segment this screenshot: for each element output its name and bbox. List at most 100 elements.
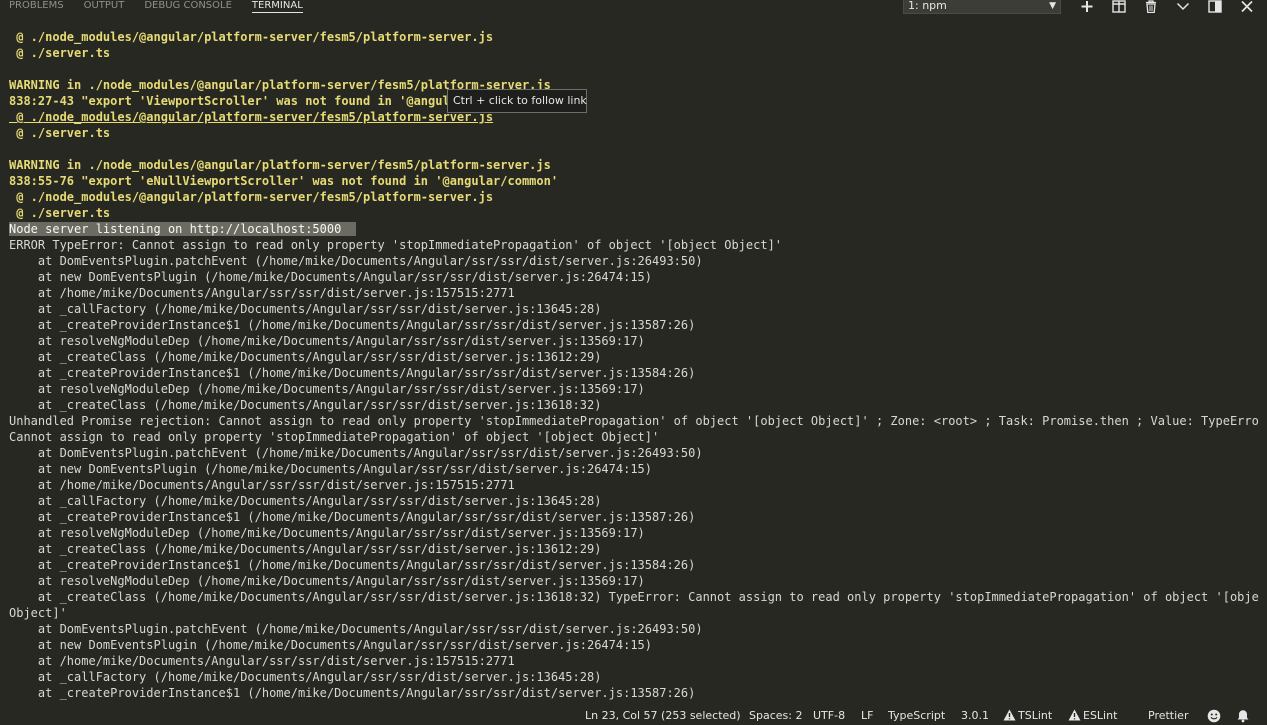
warning-icon: [1003, 709, 1016, 721]
terminal-line-text[interactable]: @ ./node_modules/@angular/platform-serve…: [9, 110, 493, 124]
terminal-line: WARNING in ./node_modules/@angular/platf…: [9, 77, 1259, 93]
terminal-line: at /home/mike/Documents/Angular/ssr/ssr/…: [9, 477, 1259, 493]
terminal-line-text: at DomEventsPlugin.patchEvent (/home/mik…: [9, 254, 703, 268]
terminal-line: at _createClass (/home/mike/Documents/An…: [9, 589, 1259, 605]
terminal-line-text: at resolveNgModuleDep (/home/mike/Docume…: [9, 382, 645, 396]
terminal-line: at _createProviderInstance$1 (/home/mike…: [9, 317, 1259, 333]
terminal-line: at _callFactory (/home/mike/Documents/An…: [9, 493, 1259, 509]
language-mode[interactable]: TypeScript: [888, 709, 945, 723]
tab-output[interactable]: OUTPUT: [84, 0, 125, 15]
chevron-down-icon[interactable]: [1176, 0, 1190, 13]
terminal-line: 838:27-43 "export 'ViewportScroller' was…: [9, 93, 1259, 109]
terminal-line-text: at _createProviderInstance$1 (/home/mike…: [9, 558, 696, 572]
eslint-status[interactable]: ESLint: [1068, 709, 1117, 723]
terminal-line-text: at resolveNgModuleDep (/home/mike/Docume…: [9, 526, 645, 540]
terminal-line-text: at _createClass (/home/mike/Documents/An…: [9, 590, 1259, 604]
terminal-line: at /home/mike/Documents/Angular/ssr/ssr/…: [9, 653, 1259, 669]
terminal-line: at new DomEventsPlugin (/home/mike/Docum…: [9, 637, 1259, 653]
tslint-label: TSLint: [1018, 709, 1053, 722]
terminal-line-text: @ ./server.ts: [9, 206, 111, 220]
bell-icon[interactable]: [1236, 709, 1252, 725]
terminal-line-text: at /home/mike/Documents/Angular/ssr/ssr/…: [9, 286, 515, 300]
terminal-line-text: at new DomEventsPlugin (/home/mike/Docum…: [9, 638, 652, 652]
terminal-line-text: at _callFactory (/home/mike/Documents/An…: [9, 494, 602, 508]
indentation[interactable]: Spaces: 2: [749, 709, 802, 723]
tab-terminal[interactable]: TERMINAL: [251, 0, 303, 13]
terminal-line-text: 838:55-76 "export 'eNullViewportScroller…: [9, 174, 559, 188]
warning-icon: [1068, 709, 1081, 721]
terminal-line-text: Cannot assign to read only property 'sto…: [9, 430, 660, 444]
terminal-line: @ ./server.ts: [9, 45, 1259, 61]
typescript-version[interactable]: 3.0.1: [961, 709, 989, 723]
terminal-select[interactable]: 1: npm ▼: [903, 0, 1061, 14]
terminal-line-text: 838:27-43 "export 'ViewportScroller' was…: [9, 94, 522, 108]
terminal-output[interactable]: @ ./node_modules/@angular/platform-serve…: [9, 29, 1259, 709]
terminal-line-text: at resolveNgModuleDep (/home/mike/Docume…: [9, 334, 645, 348]
terminal-line: @ ./node_modules/@angular/platform-serve…: [9, 189, 1259, 205]
terminal-line: WARNING in ./node_modules/@angular/platf…: [9, 157, 1259, 173]
maximize-icon[interactable]: [1208, 0, 1222, 13]
terminal-line: at resolveNgModuleDep (/home/mike/Docume…: [9, 525, 1259, 541]
terminal-line-text: at _createProviderInstance$1 (/home/mike…: [9, 366, 696, 380]
terminal-line-text: at _createClass (/home/mike/Documents/An…: [9, 398, 602, 412]
terminal-line: at _createProviderInstance$1 (/home/mike…: [9, 557, 1259, 573]
chevron-down-icon: ▼: [1049, 1, 1056, 11]
terminal-line: at _createProviderInstance$1 (/home/mike…: [9, 365, 1259, 381]
tab-debug-console[interactable]: DEBUG CONSOLE: [144, 0, 232, 15]
terminal-line: @ ./server.ts: [9, 205, 1259, 221]
panel-header: PROBLEMS OUTPUT DEBUG CONSOLE TERMINAL 1…: [0, 0, 1267, 15]
terminal-line-text: @ ./node_modules/@angular/platform-serve…: [9, 190, 494, 204]
prettier-status[interactable]: Prettier: [1148, 709, 1188, 723]
panel-tabs: PROBLEMS OUTPUT DEBUG CONSOLE TERMINAL: [9, 0, 323, 15]
terminal-line: at DomEventsPlugin.patchEvent (/home/mik…: [9, 253, 1259, 269]
trash-icon[interactable]: [1144, 0, 1158, 13]
terminal-line-text: @ ./server.ts: [9, 46, 111, 60]
terminal-line-text: at _createProviderInstance$1 (/home/mike…: [9, 510, 696, 524]
terminal-line-text: Unhandled Promise rejection: Cannot assi…: [9, 414, 1259, 428]
terminal-line: at _callFactory (/home/mike/Documents/An…: [9, 301, 1259, 317]
status-bar: Ln 23, Col 57 (253 selected) Spaces: 2 U…: [0, 707, 1267, 725]
terminal-line: at DomEventsPlugin.patchEvent (/home/mik…: [9, 621, 1259, 637]
terminal-line: Unhandled Promise rejection: Cannot assi…: [9, 413, 1259, 429]
terminal-line-text: Object]': [9, 606, 67, 620]
terminal-line: 838:55-76 "export 'eNullViewportScroller…: [9, 173, 1259, 189]
split-terminal-icon[interactable]: [1112, 0, 1126, 13]
terminal-line-text: at _createProviderInstance$1 (/home/mike…: [9, 318, 696, 332]
terminal-line: @ ./node_modules/@angular/platform-serve…: [9, 29, 1259, 45]
tab-problems[interactable]: PROBLEMS: [9, 0, 64, 15]
terminal-line-text: at /home/mike/Documents/Angular/ssr/ssr/…: [9, 478, 515, 492]
plus-icon[interactable]: [1080, 0, 1094, 13]
terminal-line: at resolveNgModuleDep (/home/mike/Docume…: [9, 573, 1259, 589]
tslint-status[interactable]: TSLint: [1003, 709, 1052, 723]
terminal-line: at _createClass (/home/mike/Documents/An…: [9, 397, 1259, 413]
terminal-line: at _createClass (/home/mike/Documents/An…: [9, 349, 1259, 365]
terminal-line-text: at _createClass (/home/mike/Documents/An…: [9, 542, 602, 556]
cursor-position[interactable]: Ln 23, Col 57 (253 selected): [585, 709, 741, 723]
end-of-line[interactable]: LF: [861, 709, 873, 723]
terminal-line-text: at new DomEventsPlugin (/home/mike/Docum…: [9, 462, 652, 476]
eslint-label: ESLint: [1083, 709, 1118, 722]
terminal-line-text: WARNING in ./node_modules/@angular/platf…: [9, 158, 551, 172]
terminal-line: at _createProviderInstance$1 (/home/mike…: [9, 685, 1259, 701]
terminal-line: ERROR TypeError: Cannot assign to read o…: [9, 237, 1259, 253]
close-icon[interactable]: [1240, 0, 1254, 13]
terminal-line: Cannot assign to read only property 'sto…: [9, 429, 1259, 445]
terminal-line-text: at DomEventsPlugin.patchEvent (/home/mik…: [9, 622, 703, 636]
terminal-line-text: @ ./node_modules/@angular/platform-serve…: [9, 30, 494, 44]
smiley-icon[interactable]: [1207, 709, 1223, 725]
terminal-line-text: Node server listening on http://localhos…: [9, 222, 356, 236]
terminal-line: @ ./server.ts: [9, 125, 1259, 141]
terminal-line-text: at _callFactory (/home/mike/Documents/An…: [9, 670, 602, 684]
terminal-line-text: at _createClass (/home/mike/Documents/An…: [9, 350, 602, 364]
terminal-line: at new DomEventsPlugin (/home/mike/Docum…: [9, 269, 1259, 285]
terminal-line-text: at /home/mike/Documents/Angular/ssr/ssr/…: [9, 654, 515, 668]
encoding[interactable]: UTF-8: [813, 709, 845, 723]
terminal-select-value: 1: npm: [908, 0, 947, 12]
terminal-line-text: at _callFactory (/home/mike/Documents/An…: [9, 302, 602, 316]
terminal-line: Node server listening on http://localhos…: [9, 221, 1259, 237]
terminal-line: at _callFactory (/home/mike/Documents/An…: [9, 669, 1259, 685]
terminal-line: at DomEventsPlugin.patchEvent (/home/mik…: [9, 445, 1259, 461]
terminal-line: at resolveNgModuleDep (/home/mike/Docume…: [9, 381, 1259, 397]
